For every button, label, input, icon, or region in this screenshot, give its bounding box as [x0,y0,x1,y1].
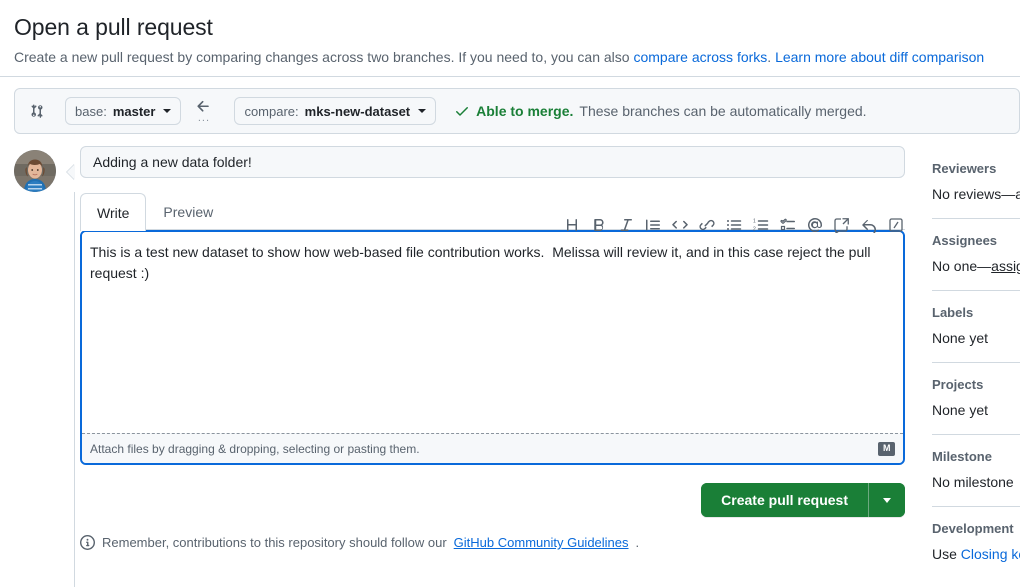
subtitle-separator: . [767,49,776,65]
avatar [14,150,56,192]
pull-request-title-input[interactable] [80,146,905,178]
merge-status: Able to merge. These branches can be aut… [454,103,867,119]
attach-files-hint: Attach files by dragging & dropping, sel… [90,441,420,456]
quote-icon[interactable] [645,217,661,233]
ordered-list-icon[interactable]: 12 [753,217,769,233]
branch-compare-bar: base: master ... compare: mks-new-datase… [14,88,1020,134]
chevron-down-icon [883,497,891,503]
cross-reference-icon[interactable] [834,217,850,235]
link-icon[interactable] [699,217,715,233]
labels-value: None yet [932,330,989,346]
pull-request-sidebar: Reviewers No reviews—at Assignees No one… [932,160,1020,564]
ellipsis-label: ... [197,112,211,124]
development-value-text: Use [932,546,961,562]
projects-heading[interactable]: Projects [932,376,1020,394]
assign-yourself-link[interactable]: assign [991,258,1020,274]
slash-command-icon[interactable] [888,217,904,233]
sidebar-divider [932,362,1020,363]
header-divider [0,76,1020,77]
mention-icon[interactable] [807,217,823,233]
bold-icon[interactable] [591,217,607,233]
chevron-down-icon [163,109,172,113]
sidebar-section-assignees: Assignees No one—assign [932,232,1020,276]
markdown-toolbar: 12 [564,206,904,244]
pull-request-body-textarea[interactable]: This is a test new dataset to show how w… [82,232,903,428]
page-header: Open a pull request Create a new pull re… [0,0,1020,77]
attach-files-footer: Attach files by dragging & dropping, sel… [82,433,903,463]
community-guidelines-note: Remember, contributions to this reposito… [80,535,910,550]
compare-across-forks-link[interactable]: compare across forks [633,49,767,65]
editor-tabs: Write Preview 1 2 [80,192,910,236]
development-heading[interactable]: Development [932,520,1020,538]
base-branch-prefix: base: [75,103,107,119]
compare-branch-name: mks-new-dataset [304,103,411,119]
create-pull-request-dropdown-button[interactable] [869,483,905,517]
sidebar-section-development: Development Use Closing ke [932,520,1020,564]
tab-write[interactable]: Write [80,193,147,231]
note-text-end: . [635,535,640,550]
assignees-value: No one—assign [932,257,1020,276]
open-pull-request-page: Open a pull request Create a new pull re… [0,0,1020,587]
svg-text:2: 2 [753,227,756,233]
check-icon [454,103,470,119]
merge-status-detail: These branches can be automatically merg… [579,103,867,119]
sidebar-section-milestone: Milestone No milestone [932,448,1020,492]
base-branch-name: master [112,103,156,119]
learn-diff-comparison-link[interactable]: Learn more about diff comparison [775,49,984,65]
heading-icon[interactable] [564,217,580,233]
sidebar-section-projects: Projects None yet [932,376,1020,420]
task-list-icon[interactable] [780,217,796,233]
markdown-icon[interactable]: M [878,441,895,456]
info-icon [80,535,95,550]
compare-direction-indicator: ... [195,98,212,124]
sidebar-divider [932,290,1020,291]
closing-keywords-link[interactable]: Closing ke [961,546,1020,562]
sidebar-divider [932,506,1020,507]
unordered-list-icon[interactable] [726,217,742,233]
sidebar-section-reviewers: Reviewers No reviews—at [932,160,1020,204]
merge-status-bold: Able to merge. [476,103,574,119]
projects-value: None yet [932,402,989,418]
compare-branch-prefix: compare: [244,103,299,119]
tab-preview[interactable]: Preview [146,192,230,230]
sidebar-section-labels: Labels None yet [932,304,1020,348]
pull-request-form: Write Preview [75,146,910,550]
sidebar-divider [932,218,1020,219]
compare-branch-dropdown[interactable]: compare: mks-new-dataset [234,97,437,125]
note-text-lead: Remember, contributions to this reposito… [102,535,447,550]
svg-text:1: 1 [753,219,756,225]
reply-icon[interactable] [861,217,877,236]
milestone-heading[interactable]: Milestone [932,448,1020,466]
page-subtitle: Create a new pull request by comparing c… [14,47,1020,67]
pointer-fill [67,164,75,180]
subtitle-text-lead: Create a new pull request by comparing c… [14,49,634,65]
comment-editor: This is a test new dataset to show how w… [80,230,905,465]
development-value: Use Closing ke [932,545,1020,564]
reviewers-heading[interactable]: Reviewers [932,160,1020,178]
assignees-value-text: No one— [932,258,992,274]
page-title: Open a pull request [14,14,213,40]
base-branch-dropdown[interactable]: base: master [65,97,182,125]
reviewers-value: No reviews—at [932,186,1020,202]
sidebar-divider [932,434,1020,435]
git-compare-icon [29,103,45,119]
labels-heading[interactable]: Labels [932,304,1020,322]
create-pull-request-button[interactable]: Create pull request [701,483,868,517]
milestone-value: No milestone [932,474,1014,490]
code-icon[interactable] [672,217,688,233]
assignees-heading[interactable]: Assignees [932,232,1020,250]
submit-row: Create pull request [80,483,905,517]
italic-icon[interactable] [618,217,634,233]
create-pull-request-split-button: Create pull request [701,483,905,517]
github-community-guidelines-link[interactable]: GitHub Community Guidelines [454,535,629,550]
chevron-down-icon [418,109,427,113]
